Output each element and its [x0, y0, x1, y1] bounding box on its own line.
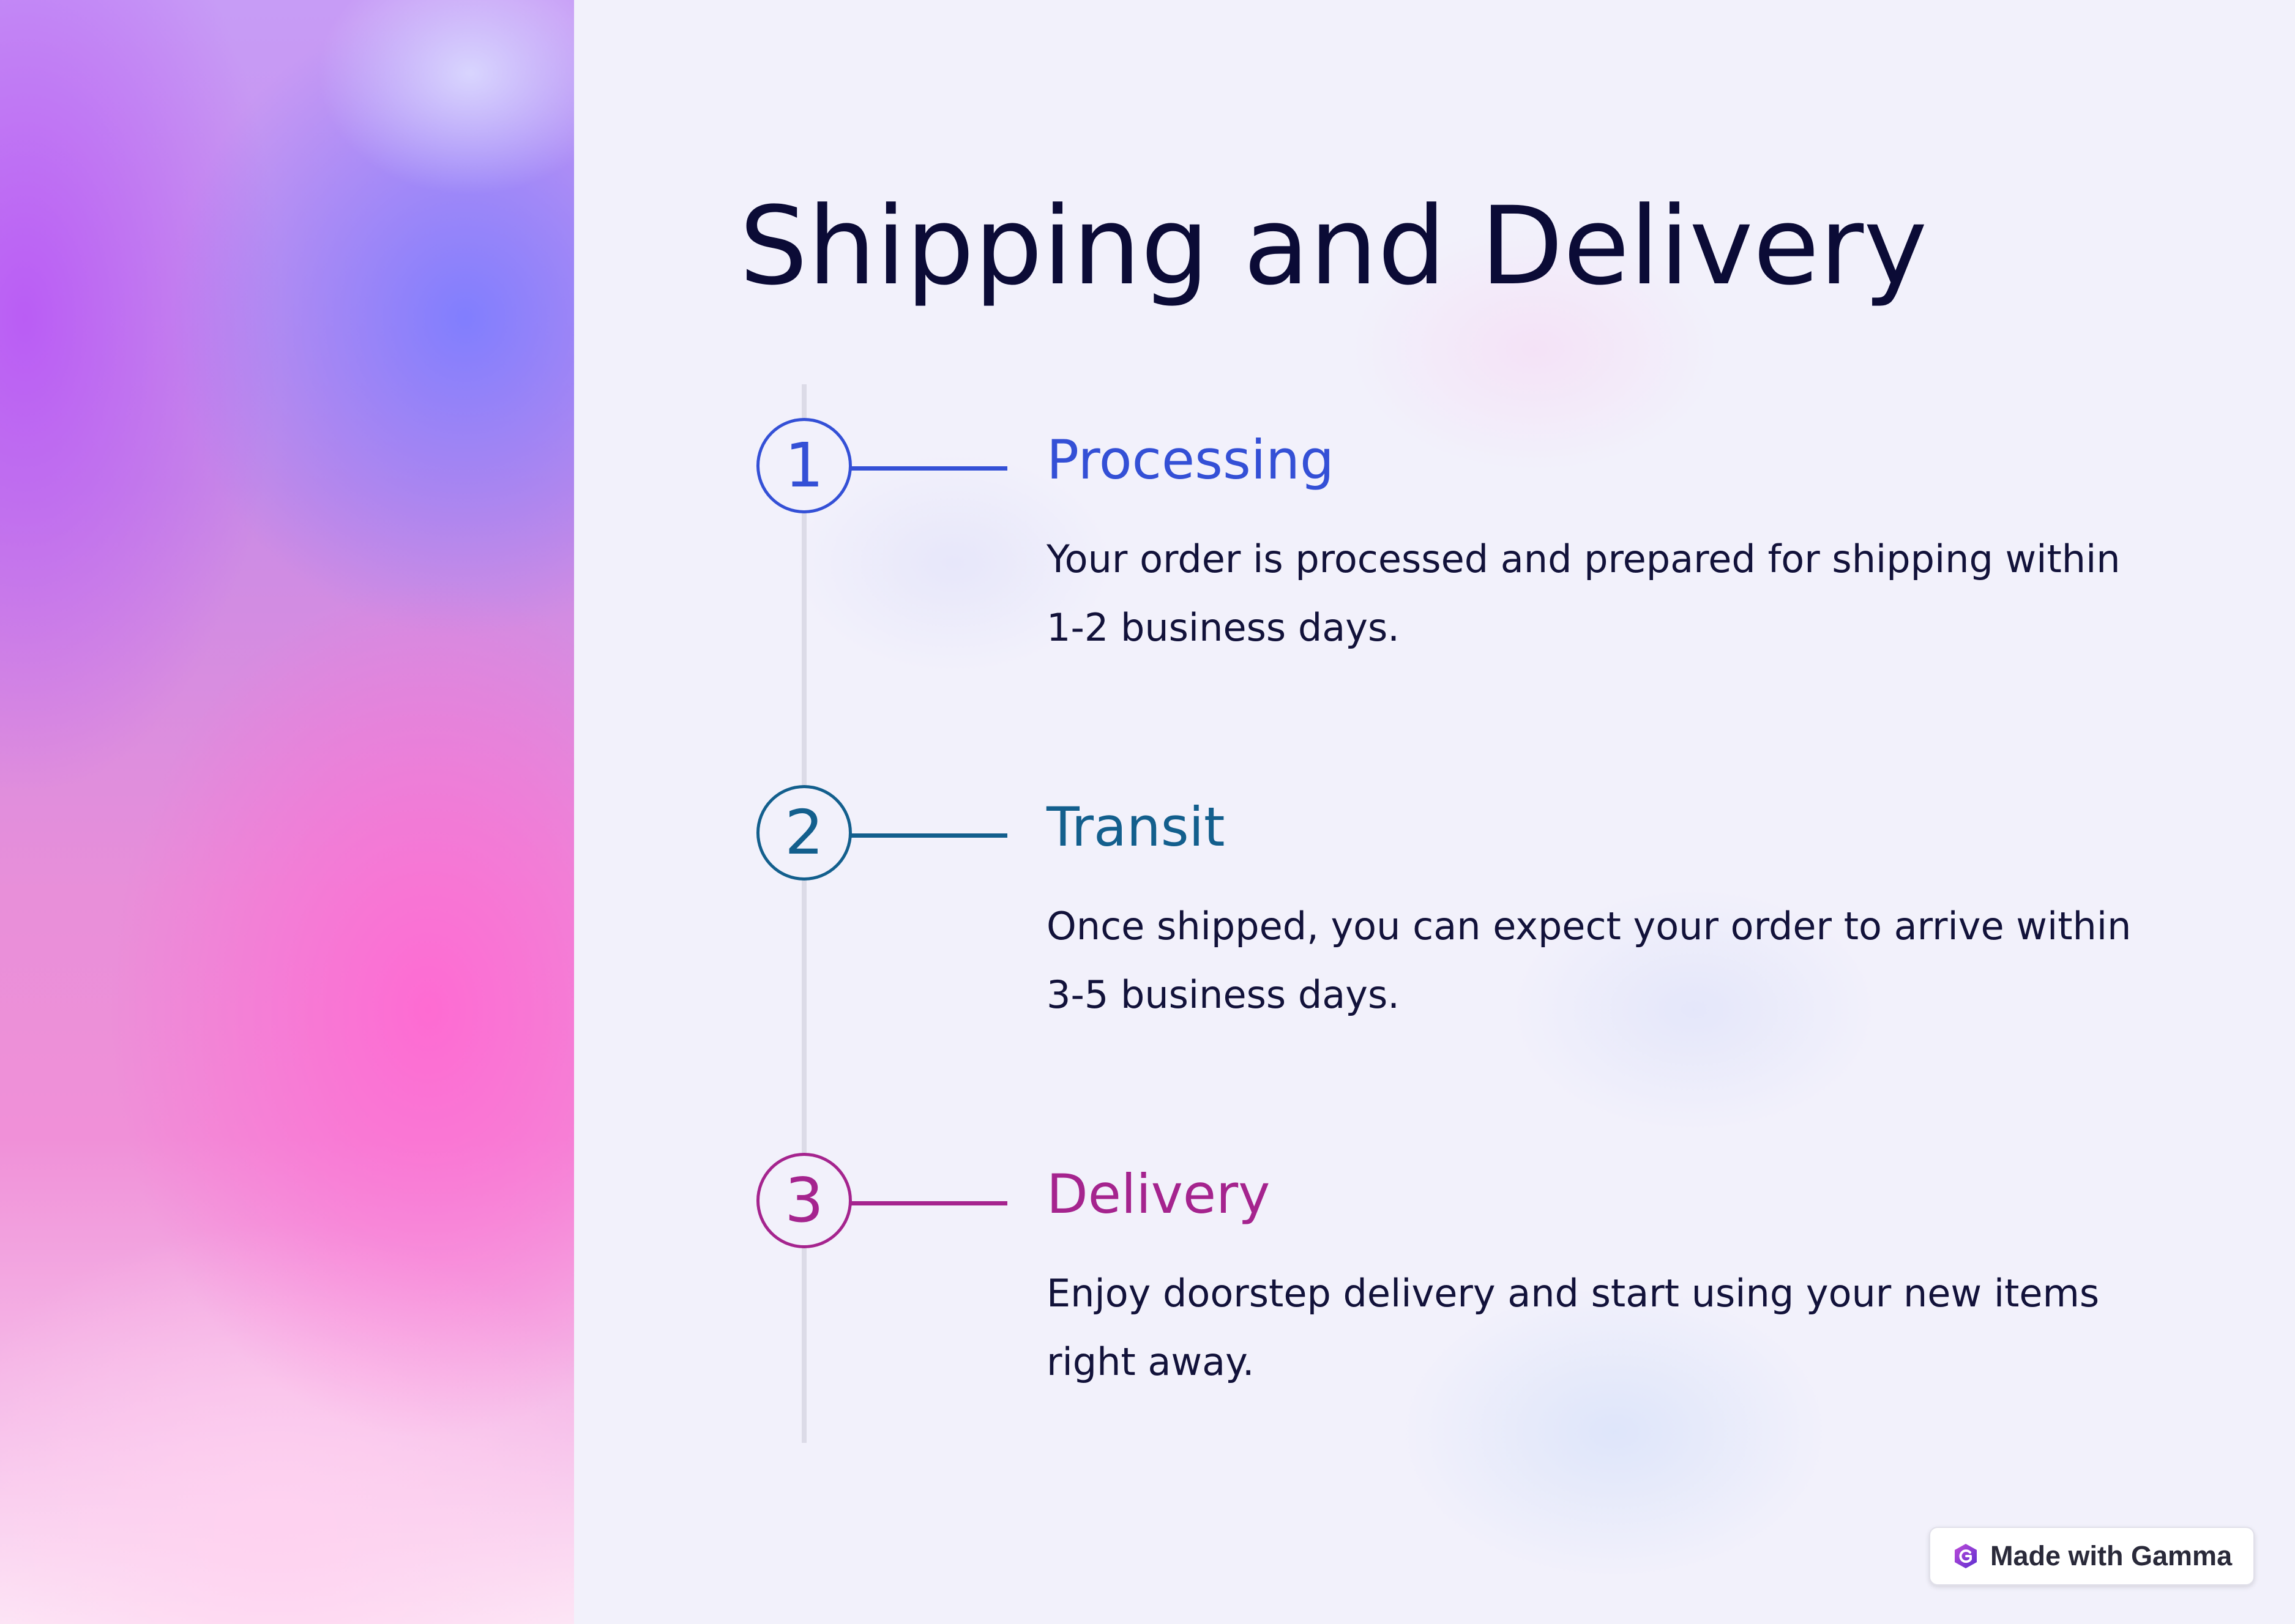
slide-title: Shipping and Delivery [739, 184, 1928, 309]
step-3-number: 3 [785, 1164, 824, 1236]
gamma-logo-icon [1955, 1544, 1977, 1568]
step-2-connector [851, 833, 1007, 838]
step-3-number-circle: 3 [756, 1153, 852, 1248]
made-with-gamma-badge[interactable]: Made with Gamma [1929, 1527, 2255, 1585]
badge-label: Made with Gamma [1990, 1540, 2233, 1571]
step-3-connector [851, 1201, 1007, 1205]
timeline-line [802, 384, 807, 1443]
gradient-highlight [317, 0, 574, 196]
step-1-description: Your order is processed and prepared for… [1047, 537, 2121, 650]
step-3-description: Enjoy doorstep delivery and start using … [1047, 1271, 2100, 1384]
decorative-gradient-panel [0, 0, 574, 1624]
step-1-connector [851, 466, 1007, 471]
step-3-heading: Delivery [1047, 1163, 1271, 1226]
step-2-number: 2 [785, 797, 824, 868]
step-2-number-circle: 2 [756, 785, 852, 881]
step-2-heading: Transit [1047, 795, 1225, 859]
step-1-number: 1 [785, 430, 824, 501]
step-1-number-circle: 1 [756, 418, 852, 513]
step-1-heading: Processing [1047, 428, 1334, 491]
step-2-description: Once shipped, you can expect your order … [1047, 904, 2132, 1017]
